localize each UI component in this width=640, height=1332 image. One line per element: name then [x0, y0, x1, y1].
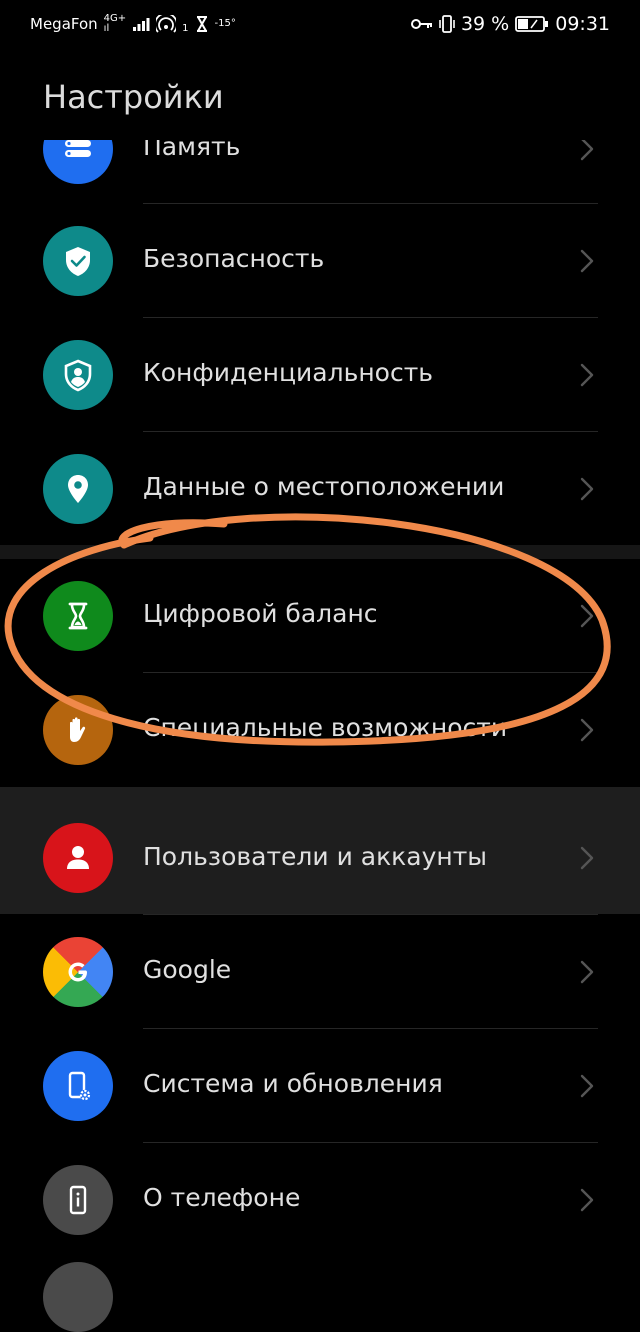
vibrate-icon	[439, 15, 455, 33]
hourglass-icon	[43, 581, 113, 651]
settings-item-label: Цифровой баланс	[143, 599, 378, 628]
temperature: -15°	[214, 18, 236, 29]
settings-item-accessibility[interactable]: Специальные возможности	[0, 673, 640, 787]
clock: 09:31	[555, 13, 610, 35]
settings-item-label: Специальные возможности	[143, 713, 508, 742]
phone-settings-icon	[43, 1051, 113, 1121]
user-icon	[43, 823, 113, 893]
group-separator	[0, 545, 640, 559]
chevron-right-icon	[576, 1073, 598, 1099]
signal-icon	[133, 18, 150, 31]
settings-item-label: Данные о местоположении	[143, 472, 505, 501]
settings-item-label: Безопасность	[143, 244, 325, 273]
chevron-right-icon	[576, 603, 598, 629]
hourglass-status-icon	[196, 16, 207, 32]
phone-info-icon	[43, 1165, 113, 1235]
settings-item-digital-balance[interactable]: Цифровой баланс	[0, 559, 640, 673]
settings-item-users-accounts[interactable]: Пользователи и аккаунты	[0, 787, 640, 914]
page-title: Настройки	[43, 78, 224, 116]
chevron-right-icon	[576, 476, 598, 502]
network-type: 4G+ ıl	[104, 14, 127, 34]
privacy-icon	[43, 340, 113, 410]
settings-item-location[interactable]: Данные о местоположении	[0, 432, 640, 546]
settings-item-security[interactable]: Безопасность	[0, 204, 640, 318]
google-icon	[43, 937, 113, 1007]
key-icon	[410, 19, 432, 29]
chevron-right-icon	[576, 845, 598, 871]
battery-percent: 39 %	[460, 13, 510, 35]
shield-check-icon	[43, 226, 113, 296]
settings-item-label: Система и обновления	[143, 1069, 443, 1098]
settings-item-label: О телефоне	[143, 1183, 301, 1212]
settings-item-privacy[interactable]: Конфиденциальность	[0, 318, 640, 432]
chevron-right-icon	[576, 1187, 598, 1213]
settings-item-google[interactable]: Google	[0, 915, 640, 1029]
battery-icon	[515, 16, 549, 32]
hotspot-count: 1	[182, 23, 189, 34]
network-sub-label: ıl	[103, 23, 110, 34]
settings-item-about-phone[interactable]: О телефоне	[0, 1143, 640, 1257]
chevron-right-icon	[576, 362, 598, 388]
settings-item-next-icon	[43, 1262, 113, 1332]
chevron-right-icon	[576, 959, 598, 985]
settings-item-system-updates[interactable]: Система и обновления	[0, 1029, 640, 1143]
status-bar: MegaFon 4G+ ıl 1 -15° 39 % 09:31	[0, 0, 640, 48]
settings-item-label: Пользователи и аккаунты	[143, 842, 488, 871]
hand-icon	[43, 695, 113, 765]
chevron-right-icon	[576, 717, 598, 743]
carrier-name: MegaFon	[30, 15, 98, 33]
settings-item-label: Google	[143, 955, 232, 984]
chevron-right-icon	[576, 248, 598, 274]
settings-item-label: Конфиденциальность	[143, 358, 434, 387]
hotspot-icon	[156, 15, 177, 33]
location-pin-icon	[43, 454, 113, 524]
